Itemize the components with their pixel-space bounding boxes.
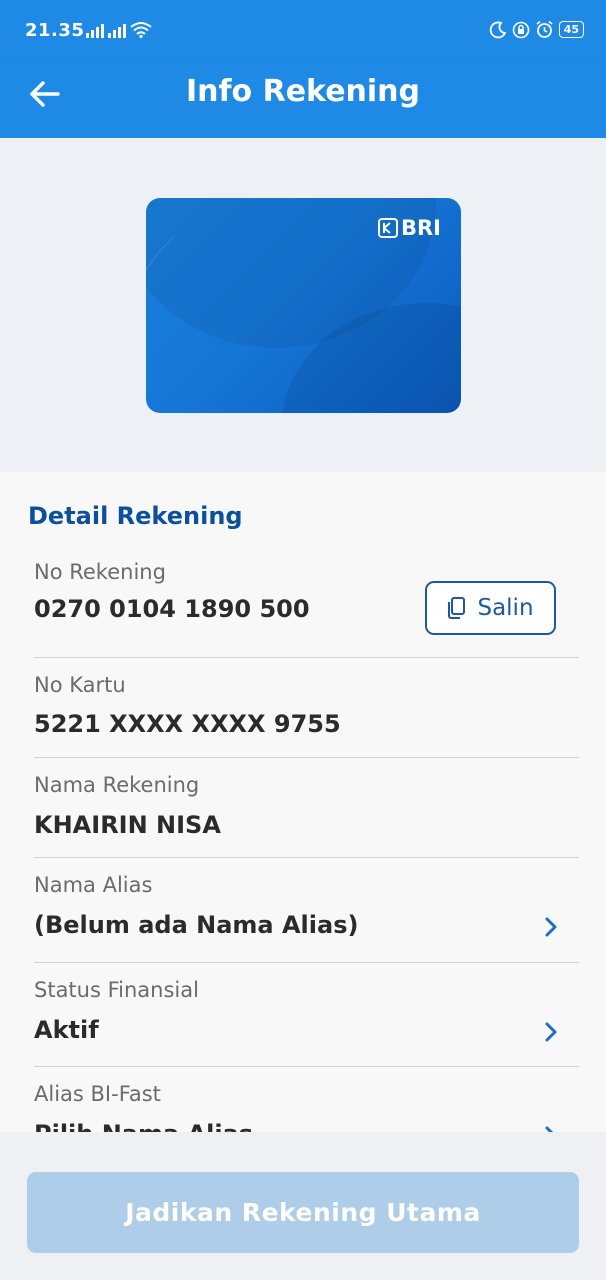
app-bar: Info Rekening bbox=[0, 60, 606, 138]
wifi-icon bbox=[130, 22, 152, 38]
chevron-right-icon bbox=[545, 917, 557, 937]
account-name-value: KHAIRIN NISA bbox=[34, 811, 221, 839]
section-title: Detail Rekening bbox=[28, 502, 243, 530]
detail-panel: Detail Rekening No Rekening 0270 0104 18… bbox=[0, 472, 606, 1132]
moon-icon bbox=[489, 21, 507, 38]
card-number-label: No Kartu bbox=[34, 673, 126, 697]
alias-name-label: Nama Alias bbox=[34, 873, 153, 897]
bi-fast-alias-label: Alias BI-Fast bbox=[34, 1082, 161, 1106]
alias-name-value: (Belum ada Nama Alias) bbox=[34, 911, 359, 939]
status-time: 21.35 bbox=[25, 20, 85, 41]
bri-logo: BRI bbox=[378, 216, 441, 240]
battery-level: 45 bbox=[563, 23, 579, 36]
battery-icon: 45 bbox=[558, 21, 584, 38]
footer: Jadikan Rekening Utama bbox=[0, 1132, 606, 1280]
bi-fast-alias-value: Pilih Nama Alias bbox=[34, 1120, 253, 1132]
financial-status-label: Status Finansial bbox=[34, 978, 199, 1002]
account-number-label: No Rekening bbox=[34, 560, 166, 584]
chevron-right-icon bbox=[545, 1022, 557, 1042]
account-number-value: 0270 0104 1890 500 bbox=[34, 595, 310, 623]
lock-icon bbox=[512, 21, 529, 38]
bi-fast-alias-row[interactable]: Alias BI-Fast Pilih Nama Alias bbox=[34, 1067, 579, 1132]
financial-status-row[interactable]: Status Finansial Aktif bbox=[34, 963, 579, 1067]
card-area: BRI bbox=[0, 138, 606, 472]
account-card: BRI bbox=[146, 198, 461, 413]
alias-name-row[interactable]: Nama Alias (Belum ada Nama Alias) bbox=[34, 858, 579, 963]
signal-icon bbox=[108, 23, 126, 38]
signal-icon bbox=[86, 23, 104, 38]
card-brand: BRI bbox=[401, 216, 441, 240]
copy-button-label: Salin bbox=[477, 595, 534, 621]
account-name-row: Nama Rekening KHAIRIN NISA bbox=[34, 758, 579, 858]
status-bar: 21.35 45 bbox=[0, 0, 606, 60]
copy-icon bbox=[448, 597, 466, 619]
page-title: Info Rekening bbox=[185, 74, 421, 109]
card-number-value: 5221 XXXX XXXX 9755 bbox=[34, 710, 341, 738]
bri-logo-mark bbox=[378, 218, 398, 238]
chevron-right-icon bbox=[545, 1126, 554, 1132]
card-number-row: No Kartu 5221 XXXX XXXX 9755 bbox=[34, 658, 579, 758]
financial-status-value: Aktif bbox=[34, 1016, 99, 1044]
account-number-row: No Rekening 0270 0104 1890 500 Salin bbox=[34, 558, 579, 658]
status-right-icons: 45 bbox=[489, 20, 584, 39]
status-left-icons bbox=[86, 21, 152, 38]
account-name-label: Nama Rekening bbox=[34, 773, 200, 797]
set-primary-account-button[interactable]: Jadikan Rekening Utama bbox=[27, 1172, 579, 1253]
copy-button[interactable]: Salin bbox=[425, 581, 556, 635]
alarm-icon bbox=[536, 20, 553, 38]
